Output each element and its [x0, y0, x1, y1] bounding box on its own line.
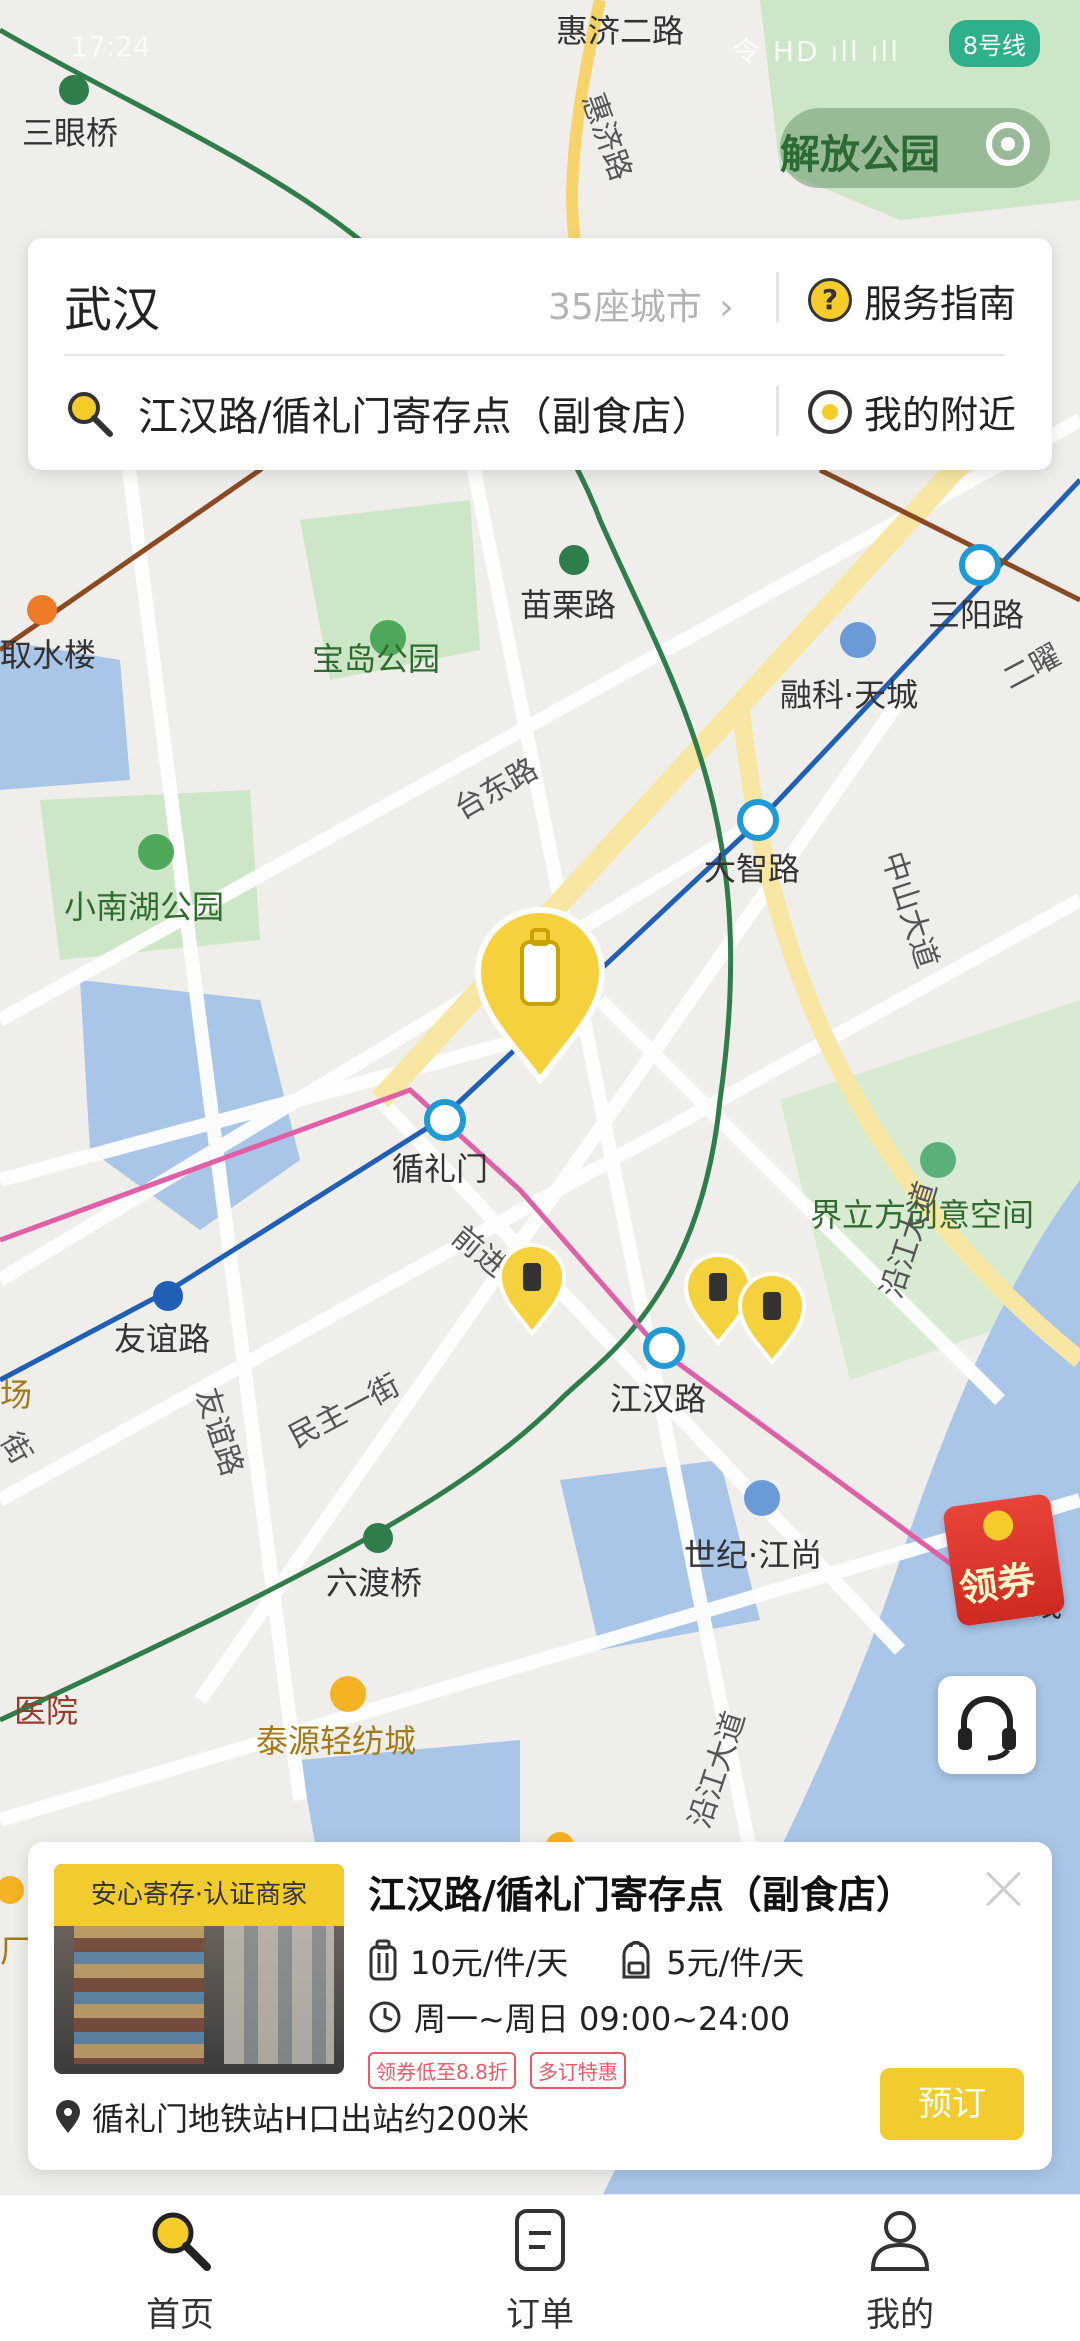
- user-icon: [870, 2211, 930, 2271]
- tab-orders-label: 订单: [506, 2295, 574, 2335]
- map-label: 小南湖公园: [64, 888, 224, 926]
- search-card: 武汉 35座城市 › 服务指南 江汉路/循礼门寄存点（副食店） 我的附近: [28, 238, 1052, 470]
- tab-profile[interactable]: 我的: [800, 2205, 1000, 2336]
- map-label: 循礼门: [392, 1150, 488, 1188]
- transfer-station-icon: [643, 1327, 685, 1369]
- transfer-station-icon: [424, 1099, 466, 1141]
- search-icon: [68, 392, 113, 437]
- divider: [64, 354, 1004, 356]
- suitcase-icon: [369, 1939, 397, 1981]
- search-field[interactable]: 江汉路/循礼门寄存点（副食店）: [64, 378, 764, 448]
- address-label: 循礼门地铁站H口出站约200米: [92, 2100, 530, 2138]
- map-label: 大智路: [704, 850, 800, 888]
- metro-station-icon: [153, 1281, 183, 1311]
- map-label: 六渡桥: [326, 1564, 422, 1602]
- transfer-station-icon: [959, 544, 1001, 586]
- question-icon: [808, 278, 852, 322]
- hours-label: 周一~周日 09:00~24:00: [414, 2000, 791, 2038]
- map-label: 三眼桥: [22, 114, 118, 152]
- search-icon: [152, 2212, 211, 2271]
- clock-icon: [369, 2001, 401, 2033]
- city-count-label: 35座城市: [548, 287, 702, 328]
- crosshair-icon: [808, 389, 852, 434]
- park-chip-label: 解放公园: [780, 132, 940, 178]
- divider: [776, 272, 779, 322]
- tab-home-label: 首页: [146, 2295, 214, 2335]
- service-guide-label: 服务指南: [864, 281, 1017, 326]
- map-label: 世纪·江尚: [684, 1536, 822, 1574]
- map-label: 宝岛公园: [312, 640, 440, 678]
- building-icon: [840, 622, 876, 658]
- metro-station-icon: [363, 1523, 393, 1553]
- tab-home[interactable]: 首页: [80, 2205, 280, 2336]
- map-label: 江汉路: [610, 1380, 706, 1418]
- metro-line-badge: 8号线: [948, 20, 1040, 67]
- coupon-button[interactable]: 领券: [942, 1493, 1066, 1627]
- map-label: 场: [0, 1376, 32, 1414]
- price-row: 10元/件/天 5元/件/天: [368, 1938, 854, 1984]
- nearby-label: 我的附近: [864, 393, 1017, 437]
- metro-station-icon: [59, 75, 89, 105]
- map-label: 苗栗路: [520, 586, 616, 624]
- certified-badge: 安心寄存·认证商家: [54, 1864, 344, 1926]
- order-icon: [515, 2209, 565, 2271]
- park-chip[interactable]: 解放公园: [780, 108, 1050, 188]
- locate-icon[interactable]: [986, 122, 1030, 166]
- location-pin-icon: [56, 2100, 80, 2133]
- customer-service-button[interactable]: [938, 1676, 1036, 1774]
- promo-tag: 领券低至8.8折: [368, 2052, 516, 2089]
- metro-station-icon: [559, 545, 589, 575]
- chevron-right-icon: ›: [719, 287, 734, 328]
- promo-tag: 多订特惠: [529, 2052, 626, 2089]
- book-button[interactable]: 预订: [880, 2068, 1024, 2140]
- map-label: 三阳路: [928, 596, 1024, 634]
- coupon-label: 领券: [956, 1557, 1039, 1612]
- building-icon: [744, 1480, 780, 1516]
- shop-icon: [330, 1676, 366, 1712]
- map-label: 医院: [14, 1692, 78, 1730]
- metro-station-icon: [27, 595, 57, 625]
- status-time: 17:24: [70, 30, 151, 63]
- camera-icon: [920, 1142, 956, 1178]
- park-icon: [138, 834, 174, 870]
- headset-icon: [958, 1696, 1016, 1761]
- promo-tags: 领券低至8.8折 多订特惠: [368, 2052, 640, 2089]
- city-count-link[interactable]: 35座城市 ›: [548, 278, 734, 330]
- close-icon[interactable]: [976, 1862, 1032, 1918]
- transfer-station-icon: [737, 799, 779, 841]
- shop-card[interactable]: 安心寄存·认证商家 江汉路/循礼门寄存点（副食店） 10元/件/天 5元/件/天: [28, 1842, 1052, 2170]
- address-row: 循礼门地铁站H口出站约200米: [54, 2094, 529, 2140]
- price-small: 5元/件/天: [666, 1944, 805, 1982]
- divider: [776, 386, 779, 436]
- map-label: 泰源轻纺城: [256, 1722, 416, 1760]
- tab-bar: 首页 订单 我的: [0, 2194, 1080, 2341]
- status-bar: 17:24 令 HD ıll ıll 8号线: [60, 20, 1040, 70]
- backpack-icon: [622, 1941, 650, 1979]
- city-selector[interactable]: 武汉: [64, 270, 160, 340]
- shop-title: 江汉路/循礼门寄存点（副食店）: [368, 1873, 914, 1917]
- price-large: 10元/件/天: [410, 1944, 569, 1982]
- tab-orders[interactable]: 订单: [440, 2205, 640, 2336]
- coupon-seal-icon: [981, 1508, 1016, 1543]
- map-label: 融科·天城: [780, 676, 918, 714]
- status-icons: 令 HD ıll ıll: [732, 35, 900, 68]
- map-label: 取水楼: [0, 636, 96, 674]
- service-guide-button[interactable]: 服务指南: [808, 270, 1016, 330]
- map-label: 友谊路: [114, 1320, 210, 1358]
- hours-row: 周一~周日 09:00~24:00: [368, 1994, 790, 2040]
- nearby-button[interactable]: 我的附近: [808, 384, 1016, 439]
- tab-profile-label: 我的: [866, 2295, 934, 2335]
- search-value: 江汉路/循礼门寄存点（副食店）: [138, 394, 712, 440]
